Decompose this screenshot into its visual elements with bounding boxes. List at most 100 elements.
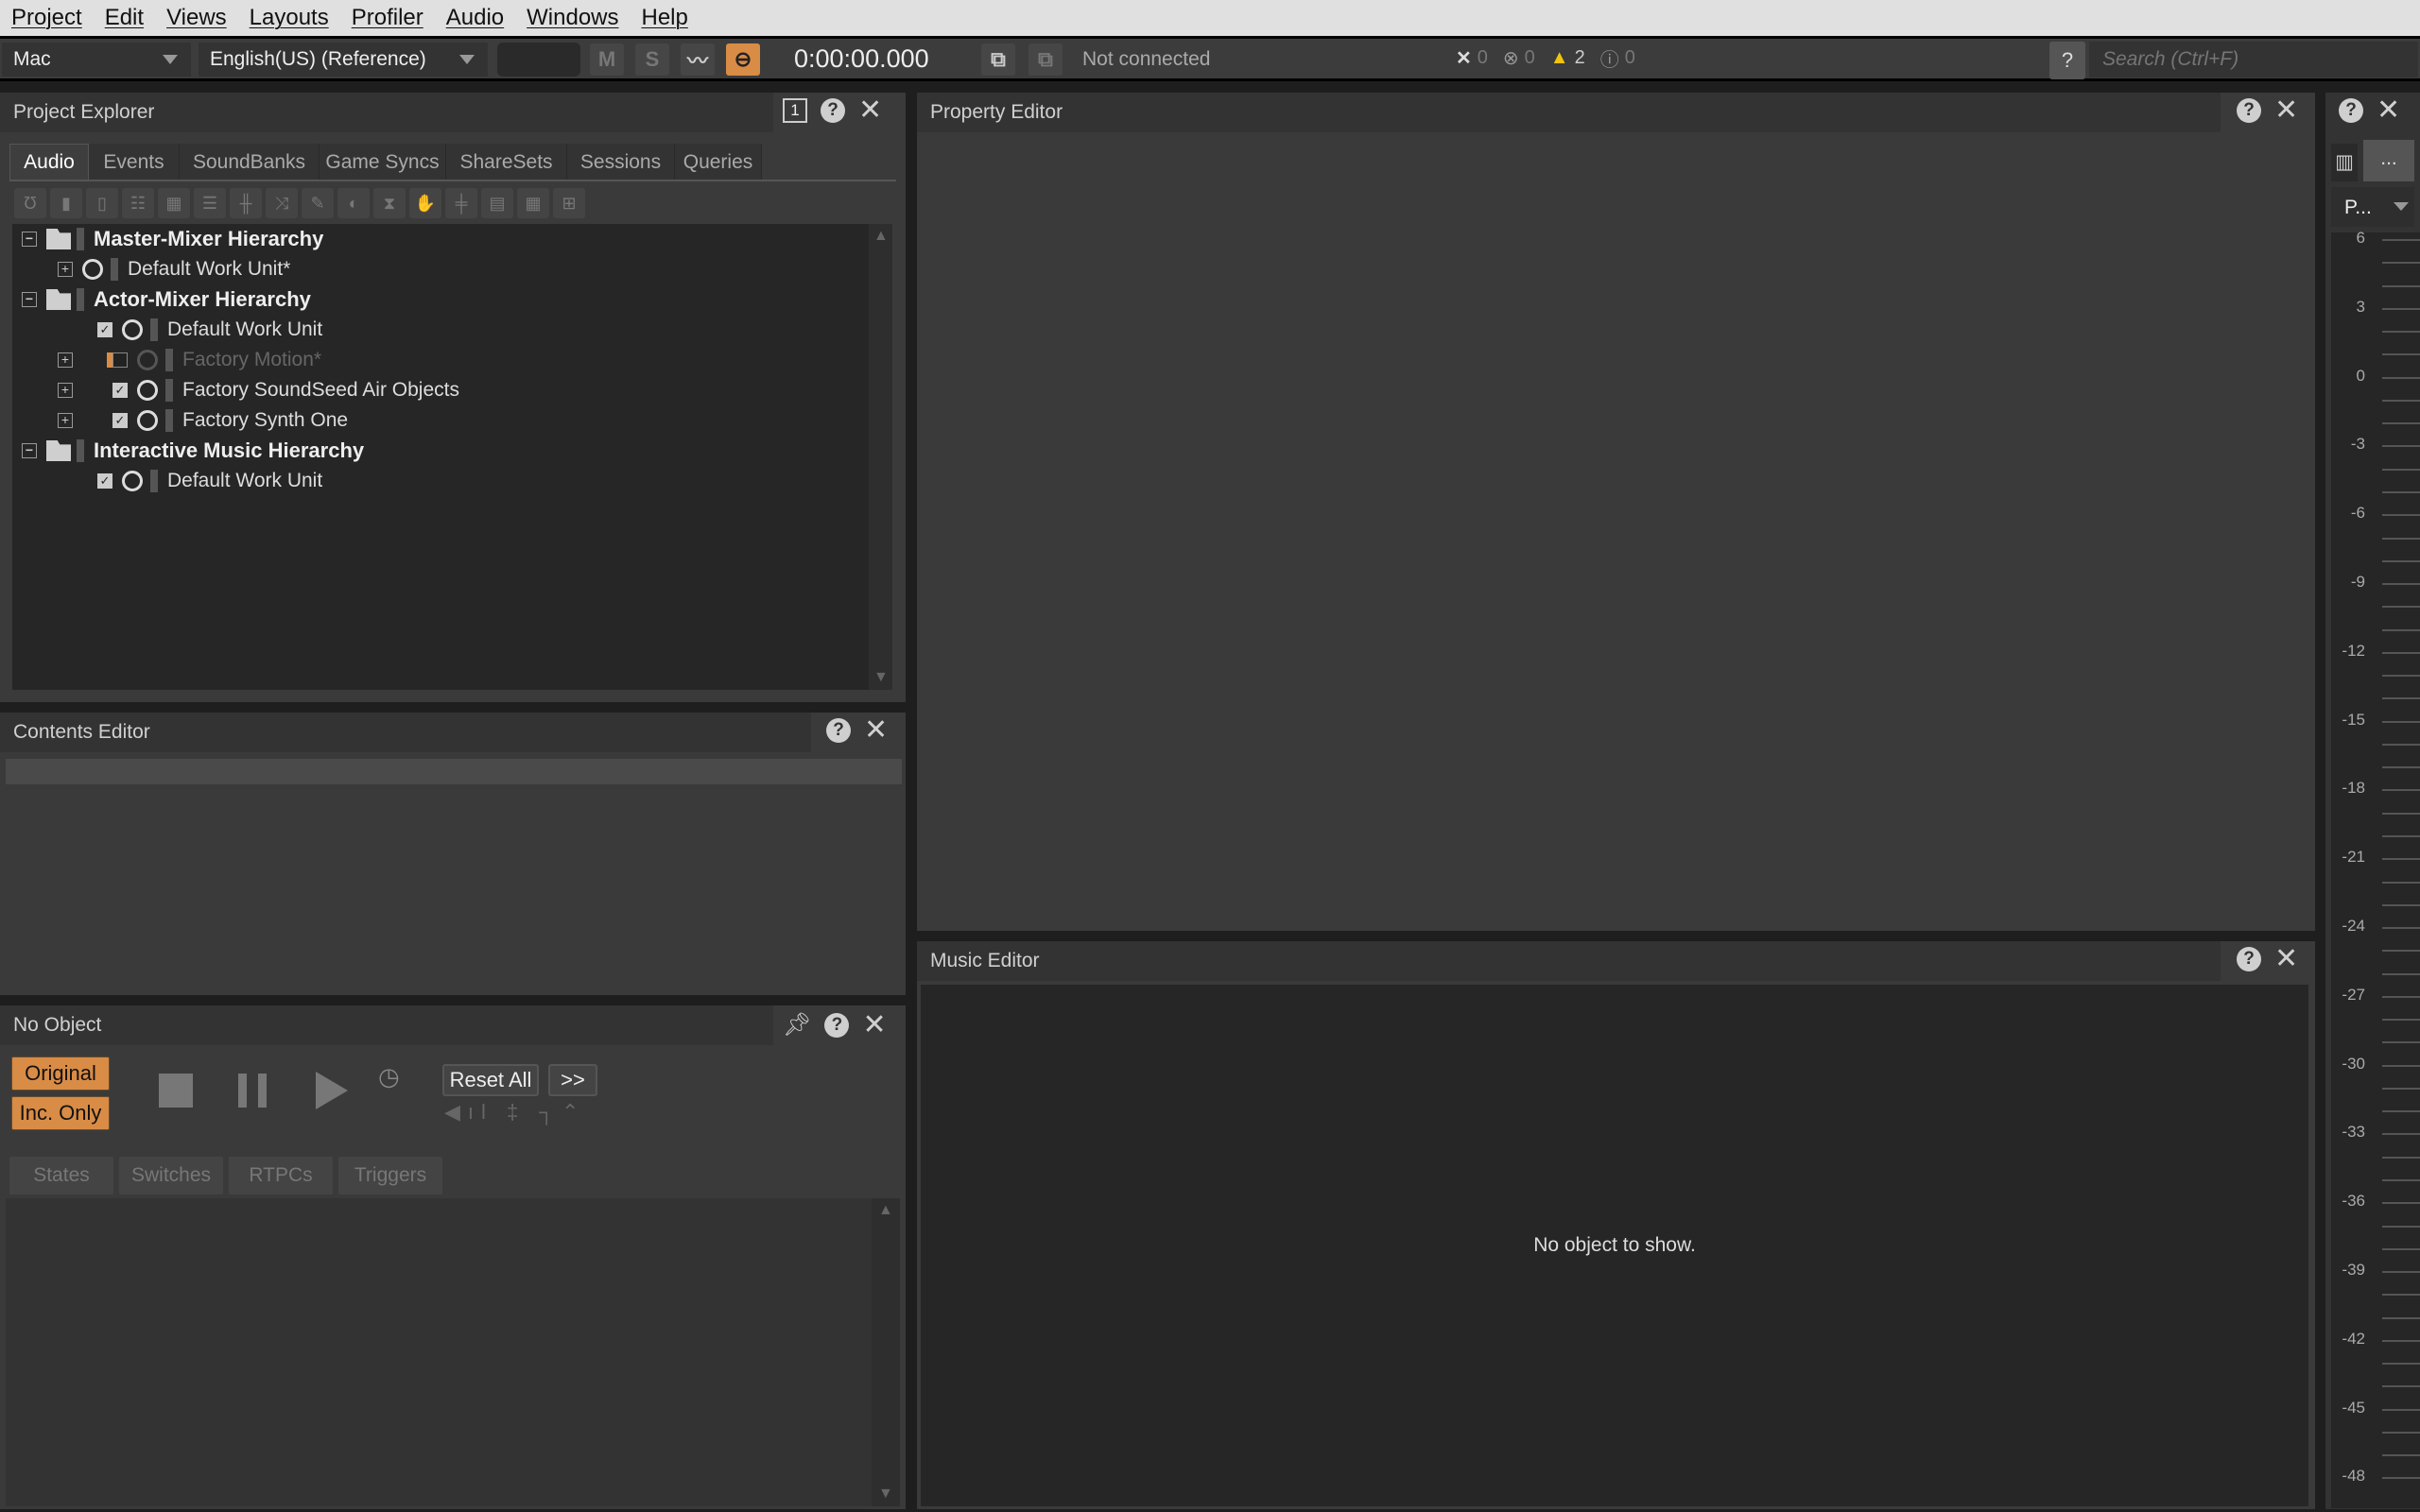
music-editor-canvas[interactable]: No object to show. (921, 985, 2308, 1506)
menu-edit[interactable]: Edit (105, 5, 144, 31)
tab-events[interactable]: Events (89, 144, 180, 180)
more-options-button[interactable]: ... (2363, 140, 2414, 181)
reset-all-button[interactable]: Reset All (442, 1064, 539, 1096)
sequence-icon[interactable]: ▤ (481, 188, 513, 218)
original-button[interactable]: Original (11, 1057, 110, 1091)
tab-sharesets[interactable]: ShareSets (446, 144, 567, 180)
empty-message: No object to show. (1533, 1234, 1696, 1256)
help-icon[interactable]: ? (2237, 947, 2261, 971)
language-dropdown[interactable]: English(US) (Reference) (199, 43, 488, 77)
menu-views[interactable]: Views (166, 5, 227, 31)
log-counts[interactable]: ✕ 0 ⊗ 0 ▲ 2 ⓘ 0 (1456, 44, 1635, 72)
platform-dropdown[interactable]: Mac (2, 43, 191, 77)
pause-icon[interactable] (238, 1074, 267, 1108)
random-icon[interactable]: ⤨ (266, 188, 298, 218)
menu-audio[interactable]: Audio (446, 5, 504, 31)
collapse-icon[interactable]: − (22, 443, 37, 458)
tree-item[interactable]: ✓ Default Work Unit (97, 466, 322, 496)
help-button[interactable]: ? (2049, 42, 2085, 79)
voice-icon[interactable]: ◐ (337, 188, 370, 218)
menu-project[interactable]: Project (11, 5, 82, 31)
tree-item[interactable]: + Factory Motion* (58, 345, 321, 375)
close-icon[interactable]: ✕ (2377, 96, 2400, 125)
scrollbar[interactable]: ▲ ▼ (869, 224, 892, 690)
checkbox[interactable]: ✓ (97, 322, 112, 337)
stop-icon[interactable] (159, 1074, 193, 1108)
tree-item[interactable]: + ✓ Factory Synth One (58, 405, 348, 436)
collapse-icon[interactable]: ⊞ (553, 188, 585, 218)
checkbox[interactable]: ✓ (112, 383, 128, 398)
music-switch-icon[interactable]: ▦ (517, 188, 549, 218)
meter-dropdown[interactable]: P... (2331, 187, 2414, 227)
menu-windows[interactable]: Windows (527, 5, 618, 31)
project-tree[interactable]: − Master-Mixer Hierarchy + Default Work Uni… (12, 224, 869, 690)
remote-connect-icon[interactable]: ⧉ (981, 43, 1015, 76)
tab-queries[interactable]: Queries (675, 144, 762, 180)
help-icon[interactable]: ? (824, 1012, 850, 1038)
folder-icon[interactable]: ▮ (50, 188, 82, 218)
mixer-icon[interactable]: ☷ (122, 188, 154, 218)
collapse-icon[interactable]: − (22, 292, 37, 307)
tab-sessions[interactable]: Sessions (567, 144, 675, 180)
checkbox[interactable]: ✓ (97, 473, 112, 489)
expand-icon[interactable]: + (58, 383, 73, 398)
states-list[interactable] (6, 1198, 872, 1506)
solo-button[interactable]: S (635, 43, 669, 76)
mute-button[interactable]: M (590, 43, 624, 76)
search-input[interactable] (2089, 42, 2418, 77)
collapse-icon[interactable]: − (22, 232, 37, 247)
expand-icon[interactable]: + (58, 413, 73, 428)
close-icon[interactable]: ✕ (858, 96, 882, 125)
tree-item[interactable]: + ✓ Factory SoundSeed Air Objects (58, 375, 459, 405)
blend-icon[interactable]: ╫ (230, 188, 262, 218)
link-icon[interactable]: ⊖ (726, 43, 760, 76)
menu-profiler[interactable]: Profiler (352, 5, 424, 31)
tab-soundbanks[interactable]: SoundBanks (180, 144, 320, 180)
tree-item[interactable]: − Interactive Music Hierarchy (22, 436, 364, 466)
close-icon[interactable]: ✕ (2274, 96, 2298, 125)
tab-rtpcs[interactable]: RTPCs (229, 1157, 333, 1194)
close-icon[interactable]: ✕ (2274, 945, 2298, 973)
menu-layouts[interactable]: Layouts (250, 5, 329, 31)
play-icon[interactable] (316, 1072, 348, 1109)
inc-only-button[interactable]: Inc. Only (11, 1096, 110, 1130)
tree-item[interactable]: − Actor-Mixer Hierarchy (22, 284, 311, 315)
pin-number-icon[interactable]: 1 (783, 98, 807, 123)
help-icon[interactable]: ? (2339, 98, 2363, 123)
menu-help[interactable]: Help (642, 5, 688, 31)
pin-icon[interactable]: 📌︎ (783, 1011, 811, 1039)
layer-icon[interactable]: ⧗ (373, 188, 406, 218)
close-icon[interactable]: ✕ (864, 716, 888, 745)
tree-item[interactable]: ✓ Default Work Unit (97, 315, 322, 345)
list-icon[interactable]: ☰ (194, 188, 226, 218)
grid-icon[interactable]: ▦ (158, 188, 190, 218)
help-icon[interactable]: ? (2237, 98, 2261, 123)
workunit-icon[interactable]: Ʊ (14, 188, 46, 218)
header-icons: ? ✕ (826, 716, 888, 745)
tree-item[interactable]: − Master-Mixer Hierarchy (22, 224, 323, 254)
tab-game-syncs[interactable]: Game Syncs (320, 144, 446, 180)
meter-mode-icon[interactable]: ▥ (2331, 144, 2358, 181)
checkbox[interactable] (112, 352, 128, 368)
tab-audio[interactable]: Audio (9, 144, 89, 180)
expand-icon[interactable]: + (58, 262, 73, 277)
checkbox[interactable]: ✓ (112, 413, 128, 428)
graph-icon[interactable]: 〰 (681, 43, 715, 76)
tab-states[interactable]: States (9, 1157, 113, 1194)
close-icon[interactable]: ✕ (862, 1010, 886, 1039)
tab-switches[interactable]: Switches (119, 1157, 223, 1194)
meter-minor-tick (2335, 284, 2420, 287)
footsteps-icon[interactable]: ✎ (302, 188, 334, 218)
scrollbar[interactable]: ▲ ▼ (872, 1198, 900, 1506)
expand-icon[interactable]: + (58, 352, 73, 368)
tab-triggers[interactable]: Triggers (338, 1157, 442, 1194)
tree-item[interactable]: + Default Work Unit* (58, 254, 290, 284)
clock-icon[interactable]: ◷ (378, 1062, 400, 1091)
hand-icon[interactable]: ✋ (409, 188, 441, 218)
help-icon[interactable]: ? (826, 718, 851, 743)
help-icon[interactable]: ? (821, 98, 845, 123)
more-button[interactable]: >> (548, 1064, 597, 1096)
switch-icon[interactable]: ╪ (445, 188, 477, 218)
remote-icon[interactable]: ⧉ (1028, 43, 1063, 76)
virtual-folder-icon[interactable]: ▯ (86, 188, 118, 218)
